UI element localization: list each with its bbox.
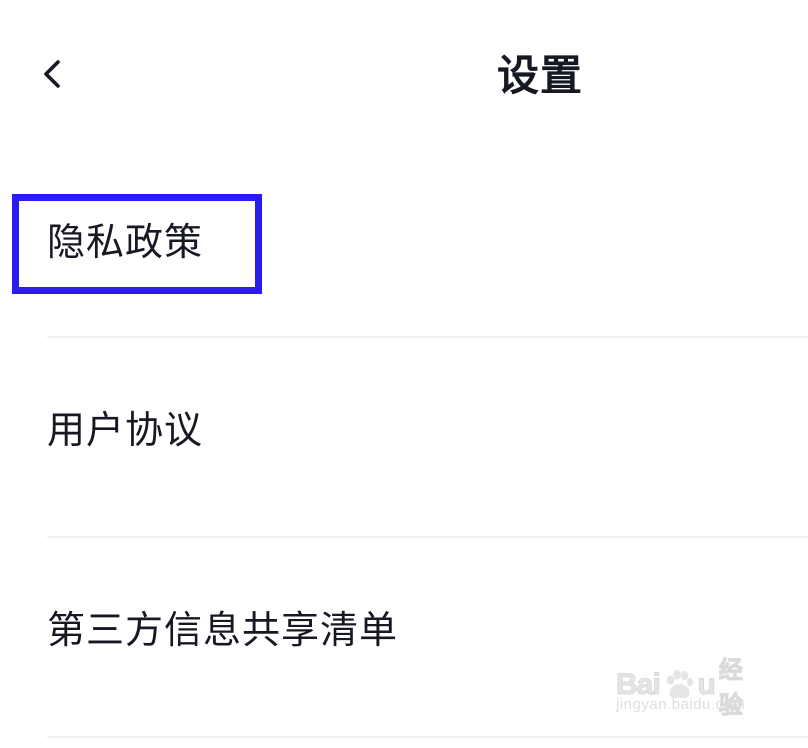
settings-item-label: 用户协议 xyxy=(47,408,204,452)
back-button[interactable] xyxy=(28,50,76,98)
settings-item-privacy-policy[interactable]: 隐私政策 xyxy=(0,150,808,338)
settings-screen: 设置 隐私政策 用户协议 第三方信息共享清单 Bai u 经验 jingyan.… xyxy=(0,0,808,748)
list-divider xyxy=(47,736,808,738)
chevron-left-icon xyxy=(44,60,60,88)
settings-item-label: 隐私政策 xyxy=(47,220,204,264)
page-title: 设置 xyxy=(496,51,583,100)
settings-item-user-agreement[interactable]: 用户协议 xyxy=(0,338,808,538)
settings-item-label: 第三方信息共享清单 xyxy=(47,608,399,652)
header-bar: 设置 xyxy=(0,0,808,150)
settings-list: 隐私政策 用户协议 第三方信息共享清单 xyxy=(0,150,808,738)
settings-item-third-party-sharing-list[interactable]: 第三方信息共享清单 xyxy=(0,538,808,738)
